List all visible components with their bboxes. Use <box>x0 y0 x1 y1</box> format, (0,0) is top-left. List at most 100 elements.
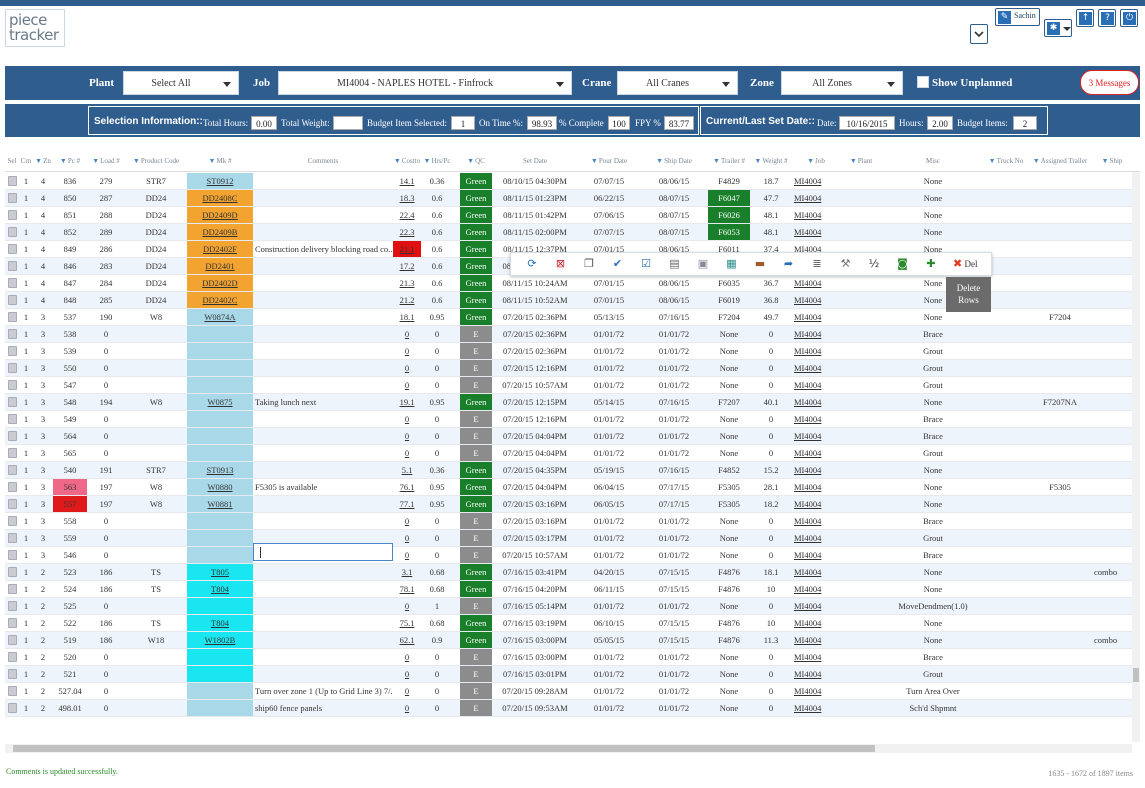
cell-costto-link[interactable]: 0 <box>393 683 421 699</box>
column-header-shipdate[interactable]: ▼Ship Date <box>640 157 708 165</box>
table-row[interactable]: 1 4 851 288 DD24 DD2409D 22.4 0.6 Green 08/11/15 … <box>5 207 1132 224</box>
cell-job-link[interactable]: MI4004 <box>792 190 840 206</box>
cell-mark-link[interactable]: W0874A <box>187 309 253 325</box>
filter-icon[interactable]: ▼ <box>989 157 996 165</box>
cell-job-link[interactable]: MI4004 <box>792 360 840 376</box>
cell-costto-link[interactable]: 22.4 <box>393 207 421 223</box>
table-row[interactable]: 1 4 836 279 STR7 ST0912 14.1 0.36 Green 08/10/15 … <box>5 173 1132 190</box>
cell-job-link[interactable]: MI4004 <box>792 513 840 529</box>
cell-job-link[interactable]: MI4004 <box>792 394 840 410</box>
cell-job-link[interactable]: MI4004 <box>792 615 840 631</box>
cell-comments[interactable]: Turn over zone 1 (Up to Grid Line 3) 7/.… <box>253 683 393 699</box>
table-row[interactable]: 1 3 538 0 0 0 E 07/20/15 02:36PM 01/01/72 01/01/7… <box>5 326 1132 343</box>
messages-button[interactable]: 3 Messages <box>1080 70 1139 95</box>
row-select-checkbox[interactable] <box>8 312 17 322</box>
cell-comments[interactable] <box>253 326 393 342</box>
help-button[interactable]: ? <box>1098 9 1116 27</box>
table-row[interactable]: 1 2 525 0 0 1 E 07/16/15 05:14PM 01/01/72 01/01/7… <box>5 598 1132 615</box>
table-row[interactable]: 1 3 548 194 W8 W0875 Taking lunch next 19.1 0.95… <box>5 394 1132 411</box>
vertical-scrollbar[interactable] <box>1132 172 1140 742</box>
cell-costto-link[interactable]: 77.1 <box>393 496 421 512</box>
logout-button[interactable]: ⏻ <box>1120 9 1138 27</box>
cell-mark-link[interactable] <box>187 530 253 546</box>
cell-costto-link[interactable]: 3.1 <box>393 564 421 580</box>
column-header-comments[interactable]: Comments <box>253 157 393 165</box>
table-row[interactable]: 1 2 519 186 W18 W1802B 62.1 0.9 Green 07/16/15 03… <box>5 632 1132 649</box>
filter-icon[interactable]: ▼ <box>1102 157 1109 165</box>
row-select-checkbox[interactable] <box>8 227 17 237</box>
image-icon[interactable]: ▣ <box>696 257 710 271</box>
cell-mark-link[interactable] <box>187 547 253 563</box>
filter-icon[interactable]: ▼ <box>92 157 99 165</box>
save-icon[interactable]: ◙ <box>896 257 910 271</box>
row-select-checkbox[interactable] <box>8 686 17 696</box>
column-header-mk[interactable]: ▼Mk # <box>187 157 253 165</box>
cell-job-link[interactable]: MI4004 <box>792 547 840 563</box>
crane-select[interactable]: All Cranes <box>617 71 738 95</box>
cell-costto-link[interactable]: 0 <box>393 411 421 427</box>
filter-icon[interactable]: ▼ <box>656 157 663 165</box>
row-select-checkbox[interactable] <box>8 482 17 492</box>
row-select-checkbox[interactable] <box>8 363 17 373</box>
table-row[interactable]: 1 3 563 197 W8 W0880 F5305 is available 76.1 0.9… <box>5 479 1132 496</box>
row-select-checkbox[interactable] <box>8 635 17 645</box>
row-select-checkbox[interactable] <box>8 193 17 203</box>
cell-mark-link[interactable] <box>187 598 253 614</box>
checkbox-icon[interactable]: ☑ <box>639 257 653 271</box>
cell-mark-link[interactable]: W0880 <box>187 479 253 495</box>
cell-job-link[interactable]: MI4004 <box>792 445 840 461</box>
table-row[interactable]: 1 3 550 0 0 0 E 07/20/15 12:16PM 01/01/72 01/01/7… <box>5 360 1132 377</box>
cell-comments[interactable] <box>253 615 393 631</box>
row-select-checkbox[interactable] <box>8 652 17 662</box>
column-header-assigned[interactable]: ▼Assigned Trailer <box>1028 157 1092 165</box>
cell-comments[interactable] <box>253 666 393 682</box>
table-row[interactable]: 1 2 521 0 0 0 E 07/16/15 03:01PM 01/01/72 01/01/7… <box>5 666 1132 683</box>
cell-mark-link[interactable]: DD2402C <box>187 292 253 308</box>
cell-mark-link[interactable] <box>187 700 253 716</box>
cell-comments[interactable] <box>253 649 393 665</box>
cell-mark-link[interactable] <box>187 649 253 665</box>
cell-job-link[interactable]: MI4004 <box>792 428 840 444</box>
row-select-checkbox[interactable] <box>8 601 17 611</box>
cell-costto-link[interactable]: 18.3 <box>393 190 421 206</box>
row-select-checkbox[interactable] <box>8 176 17 186</box>
column-header-zn[interactable]: ▼Zn <box>33 157 53 165</box>
cell-job-link[interactable]: MI4004 <box>792 683 840 699</box>
cell-job-link[interactable]: MI4004 <box>792 173 840 189</box>
add-icon[interactable]: ✚ <box>924 257 938 271</box>
cell-costto-link[interactable]: 5.1 <box>393 462 421 478</box>
cell-costto-link[interactable]: 0 <box>393 598 421 614</box>
cell-mark-link[interactable] <box>187 411 253 427</box>
table-row[interactable]: 1 2 527.04 0 Turn over zone 1 (Up to Grid Li… <box>5 683 1132 700</box>
filter-icon[interactable]: ▼ <box>133 157 140 165</box>
upload-button[interactable]: ↑ <box>1076 9 1094 27</box>
cell-mark-link[interactable]: W0875 <box>187 394 253 410</box>
row-select-checkbox[interactable] <box>8 448 17 458</box>
cell-mark-link[interactable]: T804 <box>187 615 253 631</box>
table-row[interactable]: 1 3 559 0 0 0 E 07/20/15 03:17PM 01/01/72 01/01/7… <box>5 530 1132 547</box>
cell-mark-link[interactable]: DD2409B <box>187 224 253 240</box>
cell-costto-link[interactable]: 62.1 <box>393 632 421 648</box>
cell-job-link[interactable]: MI4004 <box>792 598 840 614</box>
tools-icon[interactable]: ⚒ <box>839 257 853 271</box>
cell-comments[interactable]: Taking lunch next <box>253 394 393 410</box>
column-header-weight[interactable]: ▼Weight # <box>750 157 792 165</box>
table-row[interactable]: 1 3 557 197 W8 W0881 77.1 0.95 Green 07/20/15 03:… <box>5 496 1132 513</box>
table-row[interactable]: 1 3 565 0 0 0 E 07/20/15 04:04PM 01/01/72 01/01/7… <box>5 445 1132 462</box>
cell-job-link[interactable]: MI4004 <box>792 377 840 393</box>
row-select-checkbox[interactable] <box>8 261 17 271</box>
cell-comments[interactable] <box>253 581 393 597</box>
cell-mark-link[interactable] <box>187 377 253 393</box>
table-row[interactable]: 1 3 558 0 0 0 E 07/20/15 03:16PM 01/01/72 01/01/7… <box>5 513 1132 530</box>
cell-comments[interactable] <box>253 632 393 648</box>
filter-icon[interactable]: ▼ <box>424 157 431 165</box>
cell-comments[interactable] <box>253 258 393 274</box>
column-header-trailer[interactable]: ▼Trailer # <box>708 157 750 165</box>
check-icon[interactable]: ✔ <box>611 257 625 271</box>
table-row[interactable]: 1 3 564 0 0 0 E 07/20/15 04:04PM 01/01/72 01/01/7… <box>5 428 1132 445</box>
cell-mark-link[interactable]: DD2402D <box>187 275 253 291</box>
cell-costto-link[interactable]: 0 <box>393 445 421 461</box>
cell-mark-link[interactable]: T804 <box>187 581 253 597</box>
horizontal-scrollbar[interactable] <box>5 744 1132 753</box>
cell-comments[interactable] <box>253 598 393 614</box>
